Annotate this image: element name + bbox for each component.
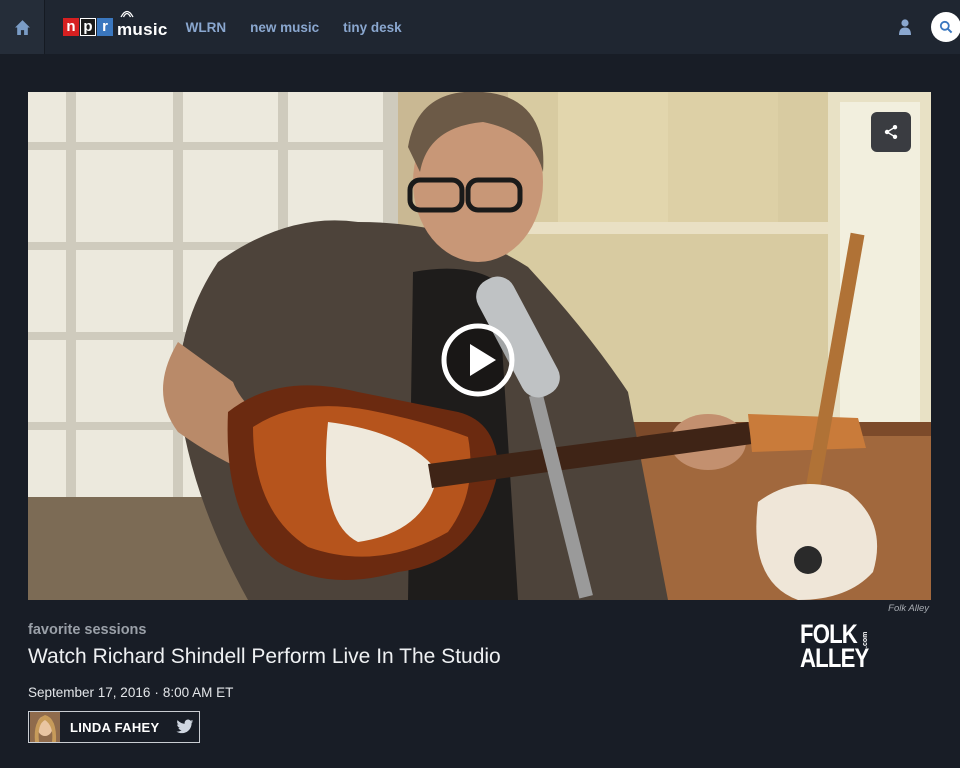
avatar	[30, 712, 60, 742]
share-button[interactable]	[871, 112, 911, 152]
search-button[interactable]	[931, 12, 960, 42]
npr-letter-p: p	[80, 18, 96, 36]
author-byline[interactable]: LINDA FAHEY	[28, 711, 200, 743]
user-icon	[899, 19, 911, 35]
home-icon	[14, 19, 30, 35]
nav-link-tiny-desk[interactable]: tiny desk	[343, 20, 402, 35]
top-navigation: n p r music WLRN new music tiny desk	[0, 0, 960, 54]
article-time: 8:00 AM ET	[162, 685, 234, 700]
user-account-button[interactable]	[896, 18, 914, 36]
music-label: music	[117, 20, 168, 39]
nav-link-new-music[interactable]: new music	[250, 20, 319, 35]
article-title: Watch Richard Shindell Perform Live In T…	[28, 645, 501, 668]
video-credit: Folk Alley	[888, 603, 929, 614]
dateline: September 17, 2016 · 8:00 AM ET	[28, 685, 233, 700]
folk-alley-logo-suffix: .com	[862, 631, 869, 648]
nav-link-wlrn[interactable]: WLRN	[186, 20, 227, 35]
npr-music-logo[interactable]: n p r music	[63, 0, 168, 54]
folk-alley-logo[interactable]: FOLK ALLEY .com	[800, 621, 876, 674]
article-date: September 17, 2016	[28, 685, 151, 700]
play-icon[interactable]	[440, 322, 516, 398]
twitter-icon[interactable]	[175, 719, 194, 735]
video-player[interactable]	[28, 92, 931, 600]
music-wordmark: music	[117, 10, 168, 40]
search-icon	[939, 20, 953, 34]
author-name[interactable]: LINDA FAHEY	[70, 720, 160, 735]
npr-letter-r: r	[97, 18, 113, 36]
share-icon	[884, 125, 898, 139]
category-label[interactable]: favorite sessions	[28, 622, 146, 638]
home-button[interactable]	[0, 0, 45, 54]
sound-waves-icon	[120, 10, 134, 18]
npr-logo: n p r	[63, 18, 114, 36]
npr-letter-n: n	[63, 18, 79, 36]
folk-alley-logo-line2: ALLEY	[800, 643, 869, 673]
date-separator: ·	[154, 685, 159, 700]
nav-links: WLRN new music tiny desk	[186, 20, 426, 35]
